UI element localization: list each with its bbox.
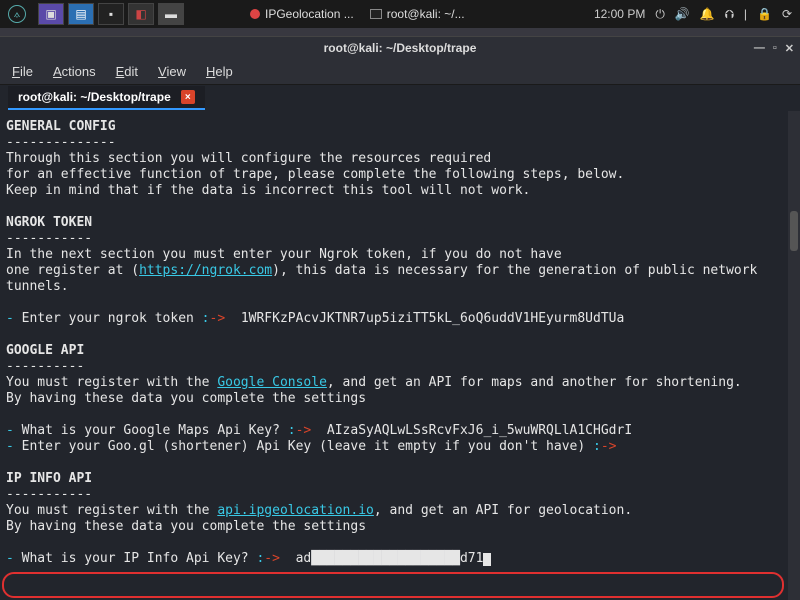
app-icon-files[interactable]: ▤ (68, 3, 94, 25)
menu-actions[interactable]: Actions (53, 64, 96, 79)
section-header: NGROK TOKEN (6, 215, 92, 230)
task-button-terminal[interactable]: root@kali: ~/... (364, 5, 471, 23)
arrow-icon: -> (296, 423, 312, 438)
notifications-icon[interactable]: 🔔 (700, 7, 715, 21)
window-title: root@kali: ~/Desktop/trape (324, 41, 477, 55)
scrollbar[interactable] (788, 111, 800, 600)
terminal-window: root@kali: ~/Desktop/trape — ▫ ✕ File Ac… (0, 36, 800, 600)
prompt-label: Enter your Goo.gl (shortener) Api Key (l… (22, 439, 586, 454)
kali-logo-icon: ⟑ (8, 5, 26, 23)
minimize-button[interactable]: — (754, 42, 765, 55)
clock[interactable]: 12:00 PM (594, 7, 645, 21)
maximize-button[interactable]: ▫ (773, 42, 777, 55)
arrow-icon: -> (601, 439, 617, 454)
text-line: , and get an API for maps and another fo… (327, 375, 742, 390)
dash-icon: - (6, 439, 14, 454)
divider: | (744, 7, 747, 21)
arrow-icon: -> (210, 311, 226, 326)
terminal-output[interactable]: GENERAL CONFIG -------------- Through th… (0, 111, 800, 600)
menu-help[interactable]: Help (206, 64, 233, 79)
text-line: In the next section you must enter your … (6, 247, 562, 262)
tab-label: root@kali: ~/Desktop/trape (18, 90, 171, 104)
link-ngrok[interactable]: https://ngrok.com (139, 263, 272, 278)
section-dashes: ---------- (6, 359, 84, 374)
ngrok-token-value: 1WRFKzPAcvJKTNR7up5iziTT5kL_6oQ6uddV1HEy… (241, 311, 625, 326)
prompt-label: What is your IP Info Api Key? (22, 551, 249, 566)
prompt-label: Enter your ngrok token (22, 311, 194, 326)
dash-icon: - (6, 423, 14, 438)
text-line: Keep in mind that if the data is incorre… (6, 183, 530, 198)
scrollbar-thumb[interactable] (790, 211, 798, 251)
section-dashes: ----------- (6, 231, 92, 246)
link-google-console[interactable]: Google Console (217, 375, 327, 390)
terminal-titlebar[interactable]: root@kali: ~/Desktop/trape — ▫ ✕ (0, 37, 800, 59)
gmaps-key-value: AIzaSyAQLwLSsRcvFxJ6_i_5wuWRQLlA1CHGdrI (327, 423, 632, 438)
window-list: IPGeolocation ... root@kali: ~/... (244, 5, 471, 23)
app-icon-active-terminal[interactable]: ▬ (158, 3, 184, 25)
text-line: for an effective function of trape, plea… (6, 167, 624, 182)
section-dashes: -------------- (6, 135, 116, 150)
dash-icon: - (6, 551, 14, 566)
app-icon-terminal[interactable]: ▪ (98, 3, 124, 25)
section-header: GOOGLE API (6, 343, 84, 358)
power-icon[interactable]: ⏻ (655, 7, 665, 22)
section-header: IP INFO API (6, 471, 92, 486)
text-line: one register at ( (6, 263, 139, 278)
menu-file[interactable]: File (12, 64, 33, 79)
terminal-tabbar: root@kali: ~/Desktop/trape × (0, 85, 800, 111)
terminal-tab-active[interactable]: root@kali: ~/Desktop/trape × (8, 86, 205, 110)
task-button-firefox[interactable]: IPGeolocation ... (244, 5, 360, 23)
text-line: , and get an API for geolocation. (374, 503, 632, 518)
session-icon[interactable]: ⟳ (782, 7, 792, 21)
dash-icon: - (6, 311, 14, 326)
menu-edit[interactable]: Edit (116, 64, 138, 79)
close-button[interactable]: ✕ (785, 42, 794, 55)
task-label: IPGeolocation ... (265, 7, 354, 21)
updates-icon[interactable]: ⮉ (725, 7, 734, 22)
text-line: You must register with the (6, 503, 217, 518)
text-line: By having these data you complete the se… (6, 391, 366, 406)
section-header: GENERAL CONFIG (6, 119, 116, 134)
quick-launch: ▣ ▤ ▪ ◧ ▬ (38, 3, 184, 25)
app-icon-1[interactable]: ▣ (38, 3, 64, 25)
terminal-icon (370, 9, 382, 19)
lock-icon[interactable]: 🔒 (757, 7, 772, 21)
volume-icon[interactable]: 🔊 (675, 7, 690, 21)
prompt-label: What is your Google Maps Api Key? (22, 423, 280, 438)
task-label: root@kali: ~/... (387, 7, 465, 21)
applications-menu[interactable]: ⟑ (0, 0, 34, 28)
arrow-icon: -> (264, 551, 280, 566)
terminal-menubar: File Actions Edit View Help (0, 59, 800, 85)
section-dashes: ----------- (6, 487, 92, 502)
text-line: You must register with the (6, 375, 217, 390)
close-icon[interactable]: × (181, 90, 195, 104)
app-icon-4[interactable]: ◧ (128, 3, 154, 25)
link-ipgeolocation[interactable]: api.ipgeolocation.io (217, 503, 374, 518)
red-highlight-annotation (2, 572, 784, 598)
text-line: Through this section you will configure … (6, 151, 491, 166)
ipinfo-key-value: ad███████████████████d71 (296, 551, 484, 566)
text-line: By having these data you complete the se… (6, 519, 366, 534)
top-panel: ⟑ ▣ ▤ ▪ ◧ ▬ IPGeolocation ... root@kali:… (0, 0, 800, 28)
firefox-icon (250, 9, 260, 19)
cursor (483, 553, 491, 566)
menu-view[interactable]: View (158, 64, 186, 79)
